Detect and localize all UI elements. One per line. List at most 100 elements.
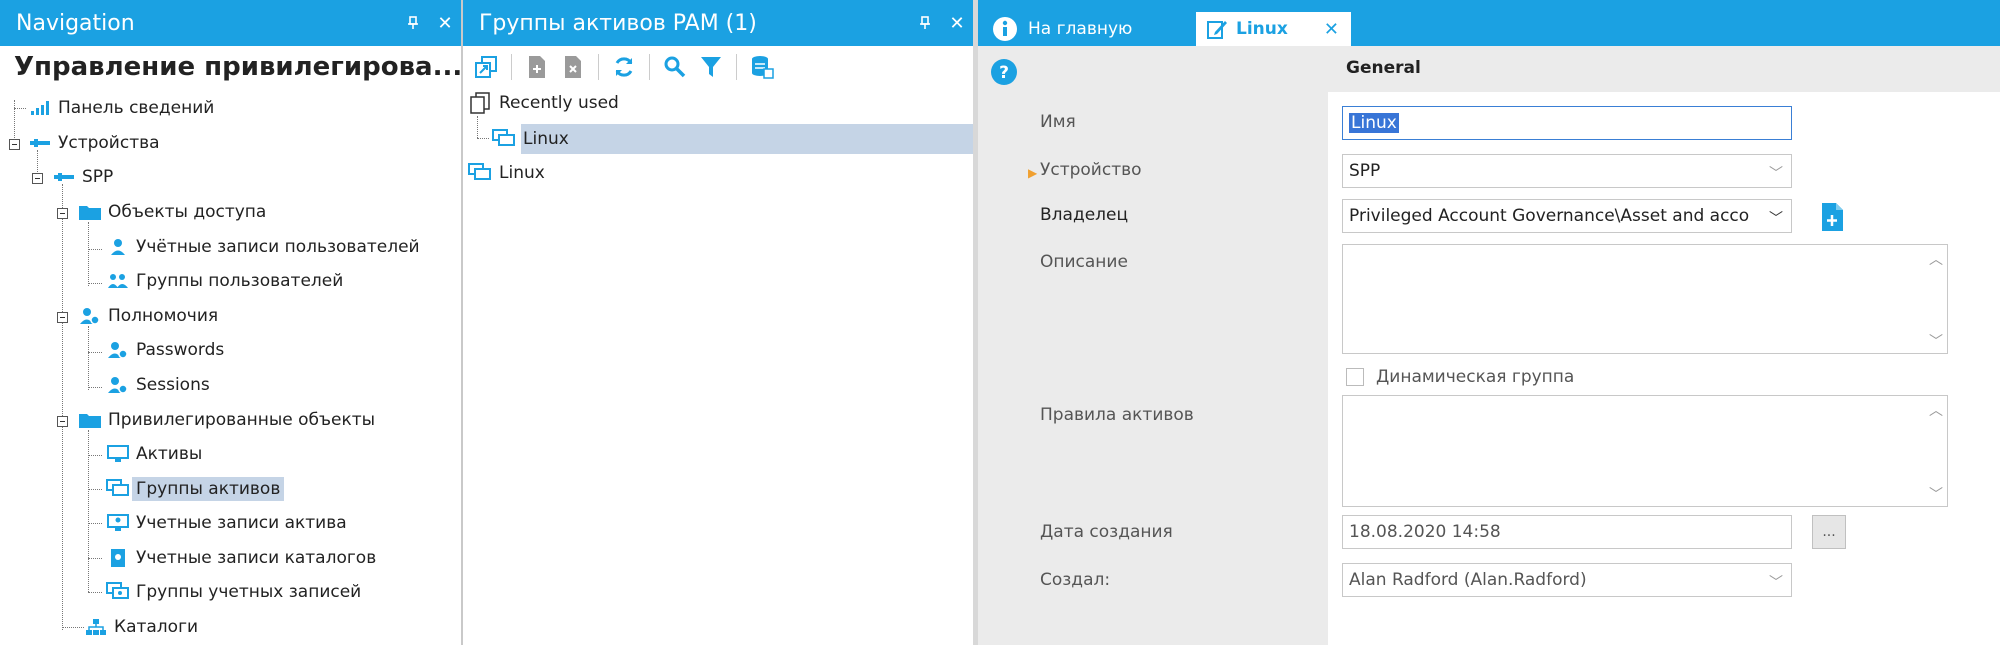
recent-documents-icon: [467, 92, 493, 114]
expander-access-objects[interactable]: [57, 208, 68, 219]
list-item-linux[interactable]: Linux: [467, 158, 545, 188]
database-export-icon[interactable]: [747, 52, 777, 82]
tree-item-assets[interactable]: Активы: [106, 439, 202, 469]
tree-item-label: Sessions: [136, 375, 210, 395]
tab-bar: На главную Linux ✕: [978, 0, 2000, 46]
pin-icon[interactable]: [397, 0, 429, 46]
expander-devices[interactable]: [9, 139, 20, 150]
created-date-field[interactable]: 18.08.2020 14:58: [1342, 515, 1792, 549]
open-icon[interactable]: [471, 52, 501, 82]
device-icon: [52, 166, 76, 188]
recent-item-linux[interactable]: Linux: [491, 124, 569, 154]
device-icon: [28, 132, 52, 154]
hierarchy-icon: [84, 616, 108, 638]
delete-document-icon[interactable]: [558, 52, 588, 82]
tree-item-user-accounts[interactable]: Учётные записи пользователей: [106, 232, 420, 262]
add-document-icon[interactable]: [522, 52, 552, 82]
tree-item-directories[interactable]: Каталоги: [84, 612, 198, 642]
tree-item-permissions[interactable]: Полномочия: [78, 301, 218, 331]
tree-item-label: Каталоги: [114, 617, 199, 637]
user-gear-icon: [106, 339, 130, 361]
created-date-label: Дата создания: [1040, 522, 1173, 542]
help-icon[interactable]: ?: [990, 58, 1018, 90]
created-by-select[interactable]: Alan Radford (Alan.Radford) ﹀: [1342, 563, 1792, 597]
tree-item-label: Passwords: [136, 340, 225, 360]
tree-item-label: Активы: [136, 444, 203, 464]
filter-icon[interactable]: [696, 52, 726, 82]
tree-item-label: Объекты доступа: [108, 202, 267, 222]
tree-item-access-objects[interactable]: Объекты доступа: [78, 197, 266, 227]
owner-select[interactable]: Privileged Account Governance\Asset and …: [1342, 199, 1792, 233]
expander-spp[interactable]: [32, 173, 43, 184]
expander-privileged-objects[interactable]: [57, 416, 68, 427]
close-icon[interactable]: ✕: [941, 0, 973, 46]
tree-item-label: Учетные записи актива: [136, 513, 347, 533]
scroll-up-icon[interactable]: ︿: [1929, 249, 1943, 269]
asset-rules-textarea[interactable]: ︿ ﹀: [1342, 395, 1948, 507]
section-title: General: [1346, 58, 1421, 78]
scroll-down-icon[interactable]: ﹀: [1929, 331, 1943, 351]
recently-used-group[interactable]: Recently used: [467, 88, 619, 118]
tree-item-label: Группы активов: [132, 477, 285, 501]
device-value: SPP: [1349, 161, 1381, 181]
name-label: Имя: [1040, 112, 1076, 132]
scroll-up-icon[interactable]: ︿: [1929, 400, 1943, 420]
pin-icon[interactable]: [909, 0, 941, 46]
tree-item-asset-groups[interactable]: Группы активов: [106, 474, 285, 504]
tree-item-directory-accounts[interactable]: Учетные записи каталогов: [106, 543, 376, 573]
user-gear-icon: [78, 305, 102, 327]
recently-used-label: Recently used: [499, 93, 619, 113]
toolbar-separator: [598, 54, 599, 80]
tree-item-user-groups[interactable]: Группы пользователей: [106, 266, 343, 296]
tree-item-privileged-objects[interactable]: Привилегированные объекты: [78, 405, 375, 435]
folder-icon: [78, 201, 102, 223]
folder-icon: [78, 409, 102, 431]
tab-linux[interactable]: Linux ✕: [1196, 12, 1351, 46]
toolbar-separator: [511, 54, 512, 80]
tree-item-account-groups[interactable]: Группы учетных записей: [106, 577, 361, 607]
labels-column: [978, 46, 1328, 645]
tree-item-asset-accounts[interactable]: Учетные записи актива: [106, 508, 347, 538]
tab-home[interactable]: На главную: [992, 12, 1132, 46]
tree-item-spp[interactable]: SPP: [52, 162, 113, 192]
ellipsis-button[interactable]: ...: [1812, 515, 1846, 549]
chevron-down-icon: ﹀: [1769, 211, 1783, 227]
name-field[interactable]: Linux: [1342, 106, 1792, 140]
monitor-group-icon: [491, 128, 517, 150]
asset-groups-title: Группы активов PAM (1): [479, 10, 757, 36]
description-label: Описание: [1040, 252, 1128, 272]
chevron-down-icon: ﹀: [1769, 166, 1783, 182]
add-owner-button[interactable]: [1816, 200, 1850, 234]
scroll-down-icon[interactable]: ﹀: [1929, 484, 1943, 504]
tree-item-label: Группы учетных записей: [136, 582, 362, 602]
expander-permissions[interactable]: [57, 312, 68, 323]
description-textarea[interactable]: ︿ ﹀: [1342, 244, 1948, 354]
tree-item-devices[interactable]: Устройства: [28, 128, 160, 158]
dynamic-group-checkbox[interactable]: [1346, 368, 1364, 386]
required-marker-icon: ▶: [1028, 166, 1038, 180]
tree-item-label: Устройства: [58, 133, 160, 153]
dynamic-group-checkbox-row[interactable]: Динамическая группа: [1346, 367, 1574, 387]
tree-item-passwords[interactable]: Passwords: [106, 335, 224, 365]
recent-item-label: Linux: [523, 129, 569, 149]
tree-item-sessions[interactable]: Sessions: [106, 370, 210, 400]
edit-icon: [1206, 18, 1228, 40]
owner-label: Владелец: [1040, 205, 1129, 225]
asset-groups-header: Группы активов PAM (1) ✕: [463, 0, 973, 46]
navigation-title: Navigation: [16, 10, 135, 36]
device-select[interactable]: SPP ﹀: [1342, 154, 1792, 188]
tree-item-dashboard[interactable]: Панель сведений: [28, 93, 214, 123]
close-tab-icon[interactable]: ✕: [1324, 19, 1339, 40]
svg-text:?: ?: [999, 63, 1009, 83]
monitor-group-icon: [106, 478, 130, 500]
search-icon[interactable]: [660, 52, 690, 82]
close-icon[interactable]: ✕: [429, 0, 461, 46]
user-gear-icon: [106, 374, 130, 396]
refresh-icon[interactable]: [609, 52, 639, 82]
navigation-pane: Navigation ✕ Управление привилегирова...…: [0, 0, 462, 645]
created-date-value: 18.08.2020 14:58: [1349, 522, 1501, 542]
add-document-icon: [1822, 203, 1843, 231]
name-value: Linux: [1349, 113, 1399, 133]
asset-rules-label: Правила активов: [1040, 405, 1194, 425]
toolbar-separator: [736, 54, 737, 80]
